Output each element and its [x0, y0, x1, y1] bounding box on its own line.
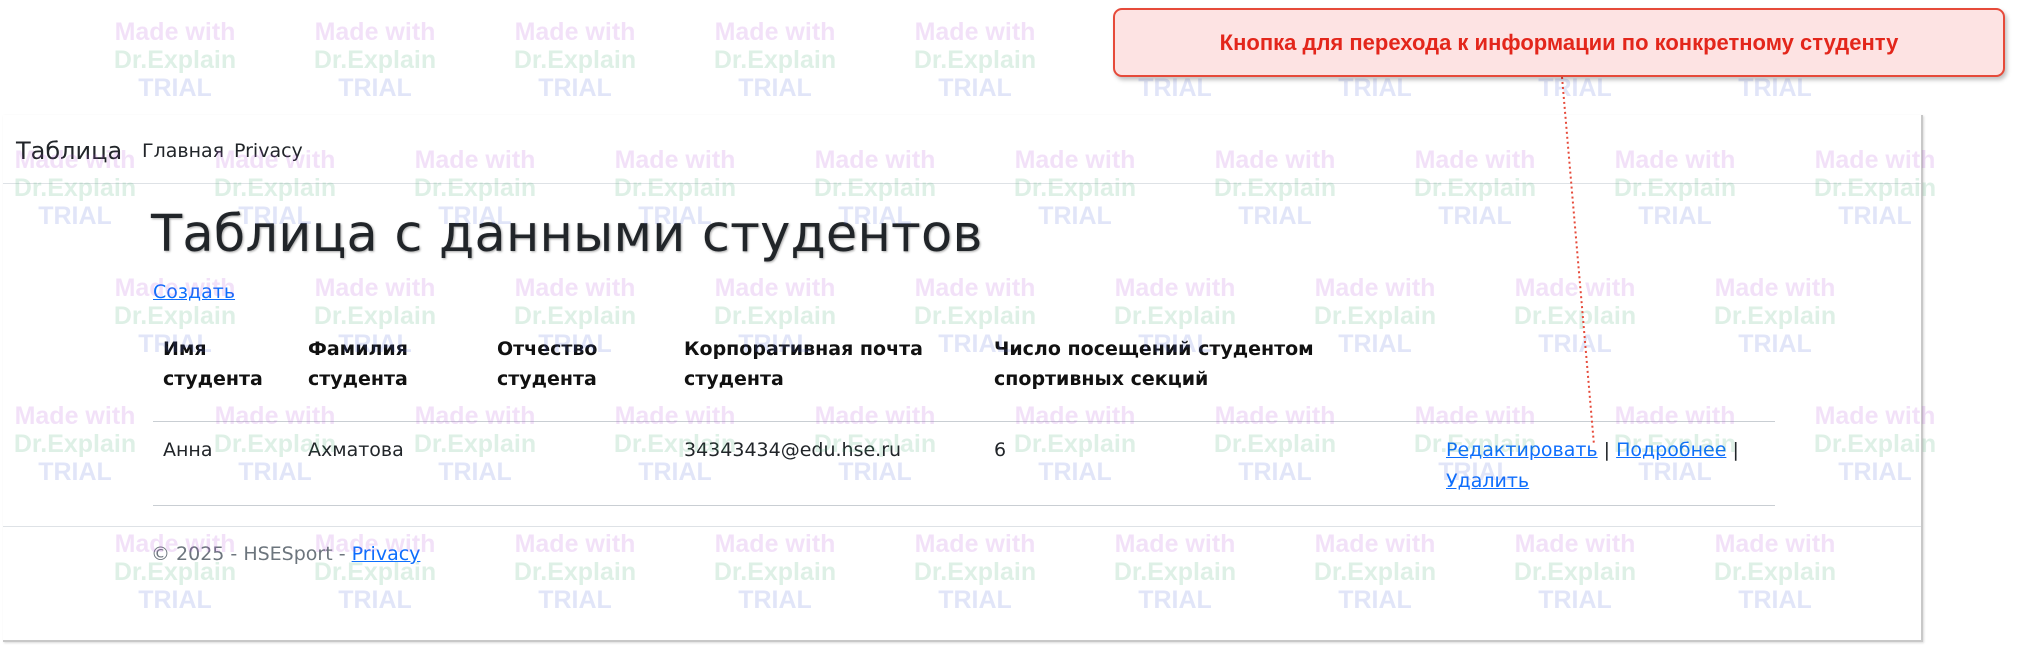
- navbar-brand[interactable]: Таблица: [16, 137, 122, 165]
- table-header-row: Имя студента Фамилия студента Отчество с…: [153, 326, 1775, 422]
- trial-watermark: Made withDr.ExplainTRIAL: [713, 18, 837, 102]
- delete-link[interactable]: Удалить: [1446, 470, 1529, 492]
- page-title: Таблица с данными студентов: [151, 205, 983, 264]
- app-window: Таблица Главная Privacy Таблица с данным…: [3, 115, 1923, 642]
- nav-link-privacy[interactable]: Privacy: [234, 140, 303, 162]
- header-email: Корпоративная почта студента: [674, 326, 984, 422]
- cell-email: 34343434@edu.hse.ru: [674, 421, 984, 506]
- footer: © 2025 - HSESport - Privacy: [3, 526, 1921, 587]
- action-separator: |: [1732, 438, 1739, 461]
- cell-middle-name: [487, 421, 674, 506]
- header-last-name: Фамилия студента: [298, 326, 487, 422]
- table-row: Анна Ахматова 34343434@edu.hse.ru 6 Реда…: [153, 421, 1775, 506]
- header-actions: [1436, 326, 1775, 422]
- action-separator: |: [1603, 438, 1611, 461]
- students-table: Имя студента Фамилия студента Отчество с…: [153, 326, 1775, 506]
- callout-box: Кнопка для перехода к информации по конк…: [1113, 8, 2005, 77]
- trial-watermark: Made withDr.ExplainTRIAL: [913, 18, 1037, 102]
- header-visits: Число посещений студентом спортивных сек…: [984, 326, 1436, 422]
- footer-privacy-link[interactable]: Privacy: [352, 543, 421, 565]
- create-link[interactable]: Создать: [153, 281, 235, 303]
- header-first-name: Имя студента: [153, 326, 298, 422]
- cell-last-name: Ахматова: [298, 421, 487, 506]
- cell-actions: Редактировать | Подробнее | Удалить: [1436, 421, 1775, 506]
- nav-link-home[interactable]: Главная: [142, 140, 224, 162]
- navbar: Таблица Главная Privacy: [3, 115, 1921, 184]
- cell-first-name: Анна: [153, 421, 298, 506]
- cell-visits: 6: [984, 421, 1436, 506]
- footer-copyright: © 2025 - HSESport -: [151, 543, 352, 565]
- trial-watermark: Made withDr.ExplainTRIAL: [313, 18, 437, 102]
- footer-text: © 2025 - HSESport - Privacy: [151, 543, 420, 565]
- edit-link[interactable]: Редактировать: [1446, 439, 1598, 461]
- details-link[interactable]: Подробнее: [1616, 439, 1726, 461]
- trial-watermark: Made withDr.ExplainTRIAL: [513, 18, 637, 102]
- callout-text: Кнопка для перехода к информации по конк…: [1219, 30, 1899, 55]
- trial-watermark: Made withDr.ExplainTRIAL: [113, 18, 237, 102]
- header-middle-name: Отчество студента: [487, 326, 674, 422]
